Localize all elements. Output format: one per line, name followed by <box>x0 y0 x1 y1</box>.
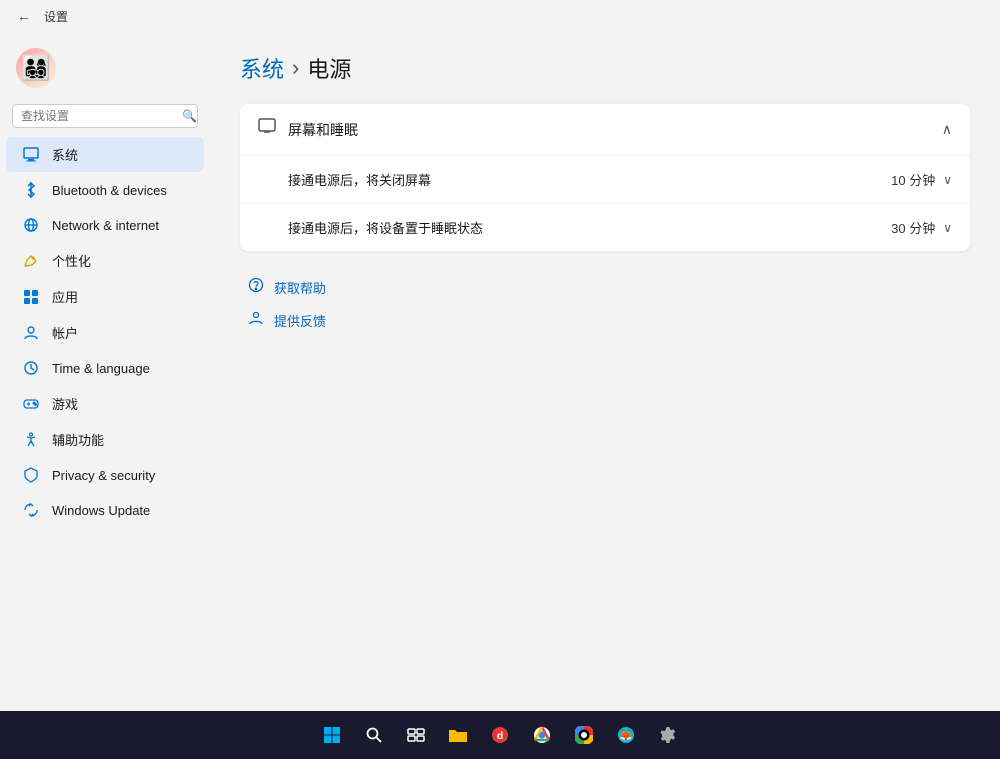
start-button[interactable] <box>314 717 350 753</box>
back-button[interactable]: ← <box>12 4 36 28</box>
get-help-label: 获取帮助 <box>274 278 326 297</box>
search-icon: 🔍 <box>182 109 197 123</box>
content-inner: 系统 › 电源 <box>240 52 970 337</box>
privacy-icon <box>22 466 40 484</box>
accessibility-icon <box>22 431 40 449</box>
time-icon <box>22 359 40 377</box>
feedback-icon <box>248 310 264 331</box>
bluetooth-icon <box>22 181 40 199</box>
top-bar: ← 设置 <box>0 0 1000 32</box>
taskbar-app-2[interactable] <box>566 717 602 753</box>
sidebar-label-bluetooth: Bluetooth & devices <box>52 183 167 198</box>
taskbar-chrome[interactable] <box>524 717 560 753</box>
sidebar-label-privacy: Privacy & security <box>52 468 155 483</box>
sidebar-label-apps: 应用 <box>52 287 78 306</box>
screen-off-time: 10 分钟 <box>891 170 935 189</box>
feedback-label: 提供反馈 <box>274 311 326 330</box>
sleep-value[interactable]: 30 分钟 ∨ <box>891 218 952 237</box>
breadcrumb-parent: 系统 <box>240 52 284 84</box>
sidebar-item-time[interactable]: Time & language <box>6 351 204 385</box>
windows-update-icon <box>22 501 40 519</box>
dropdown-chevron-sleep-icon: ∨ <box>943 221 952 235</box>
sidebar-label-network: Network & internet <box>52 218 159 233</box>
avatar: 👨‍👩‍👧‍👦 <box>16 48 56 88</box>
taskbar-icons: d <box>314 717 686 753</box>
search-box[interactable]: 🔍 <box>12 104 198 128</box>
sidebar-label-windows-update: Windows Update <box>52 503 150 518</box>
power-settings-card: 屏幕和睡眠 ∧ 接通电源后，将关闭屏幕 10 分钟 ∨ <box>240 104 970 251</box>
chevron-up-icon: ∧ <box>942 121 952 138</box>
screen-off-label: 接通电源后，将关闭屏幕 <box>288 170 431 189</box>
taskbar-task-view[interactable] <box>398 717 434 753</box>
monitor-icon <box>258 118 276 141</box>
card-header-label: 屏幕和睡眠 <box>288 120 358 140</box>
sleep-time: 30 分钟 <box>891 218 935 237</box>
main-layout: 👨‍👩‍👧‍👦 🔍 系统 Bluetooth & devices <box>0 32 1000 711</box>
sidebar-item-windows-update[interactable]: Windows Update <box>6 493 204 527</box>
sidebar: 👨‍👩‍👧‍👦 🔍 系统 Bluetooth & devices <box>0 32 210 711</box>
back-icon: ← <box>17 8 31 24</box>
breadcrumb-current: 电源 <box>307 52 351 84</box>
help-icon <box>248 277 264 298</box>
apps-icon <box>22 288 40 306</box>
personalization-icon <box>22 252 40 270</box>
sidebar-label-system: 系统 <box>52 145 78 164</box>
screen-off-row: 接通电源后，将关闭屏幕 10 分钟 ∨ <box>240 156 970 204</box>
gaming-icon <box>22 395 40 413</box>
nav-list: 系统 Bluetooth & devices Network & interne… <box>0 136 210 528</box>
get-help-link[interactable]: 获取帮助 <box>244 271 966 304</box>
taskbar-app-3[interactable]: 🦊 <box>608 717 644 753</box>
sidebar-label-accounts: 帐户 <box>52 323 78 342</box>
sidebar-item-apps[interactable]: 应用 <box>6 279 204 314</box>
network-icon <box>22 216 40 234</box>
taskbar-app-1[interactable]: d <box>482 717 518 753</box>
svg-text:🦊: 🦊 <box>619 729 633 742</box>
card-header-left: 屏幕和睡眠 <box>258 118 358 141</box>
avatar-emoji: 👨‍👩‍👧‍👦 <box>21 54 51 83</box>
dropdown-chevron-icon: ∨ <box>943 173 952 187</box>
content-area: 系统 › 电源 <box>210 32 1000 711</box>
links-section: 获取帮助 提供反馈 <box>240 271 970 337</box>
feedback-link[interactable]: 提供反馈 <box>244 304 966 337</box>
sidebar-label-time: Time & language <box>52 361 150 376</box>
sidebar-item-system[interactable]: 系统 <box>6 137 204 172</box>
sidebar-item-personalization[interactable]: 个性化 <box>6 243 204 278</box>
sidebar-label-accessibility: 辅助功能 <box>52 430 104 449</box>
sidebar-item-accounts[interactable]: 帐户 <box>6 315 204 350</box>
breadcrumb-separator: › <box>292 55 299 81</box>
screen-off-value[interactable]: 10 分钟 ∨ <box>891 170 952 189</box>
window-title: 设置 <box>44 8 68 25</box>
sleep-label: 接通电源后，将设备置于睡眠状态 <box>288 218 483 237</box>
taskbar-settings[interactable] <box>650 717 686 753</box>
sleep-row: 接通电源后，将设备置于睡眠状态 30 分钟 ∨ <box>240 204 970 251</box>
system-icon <box>22 146 40 164</box>
sidebar-label-gaming: 游戏 <box>52 394 78 413</box>
sidebar-item-accessibility[interactable]: 辅助功能 <box>6 422 204 457</box>
red-arrow-annotation <box>955 162 970 197</box>
taskbar-file-explorer[interactable] <box>440 717 476 753</box>
taskbar-search[interactable] <box>356 717 392 753</box>
accounts-icon <box>22 324 40 342</box>
breadcrumb: 系统 › 电源 <box>240 52 970 84</box>
svg-text:d: d <box>497 731 503 742</box>
sidebar-item-gaming[interactable]: 游戏 <box>6 386 204 421</box>
screen-sleep-header[interactable]: 屏幕和睡眠 ∧ <box>240 104 970 156</box>
sidebar-label-personalization: 个性化 <box>52 251 91 270</box>
sidebar-item-bluetooth[interactable]: Bluetooth & devices <box>6 173 204 207</box>
user-avatar-section: 👨‍👩‍👧‍👦 <box>0 40 210 104</box>
search-input[interactable] <box>21 109 176 123</box>
taskbar: d <box>0 711 1000 759</box>
sidebar-item-privacy[interactable]: Privacy & security <box>6 458 204 492</box>
sidebar-item-network[interactable]: Network & internet <box>6 208 204 242</box>
